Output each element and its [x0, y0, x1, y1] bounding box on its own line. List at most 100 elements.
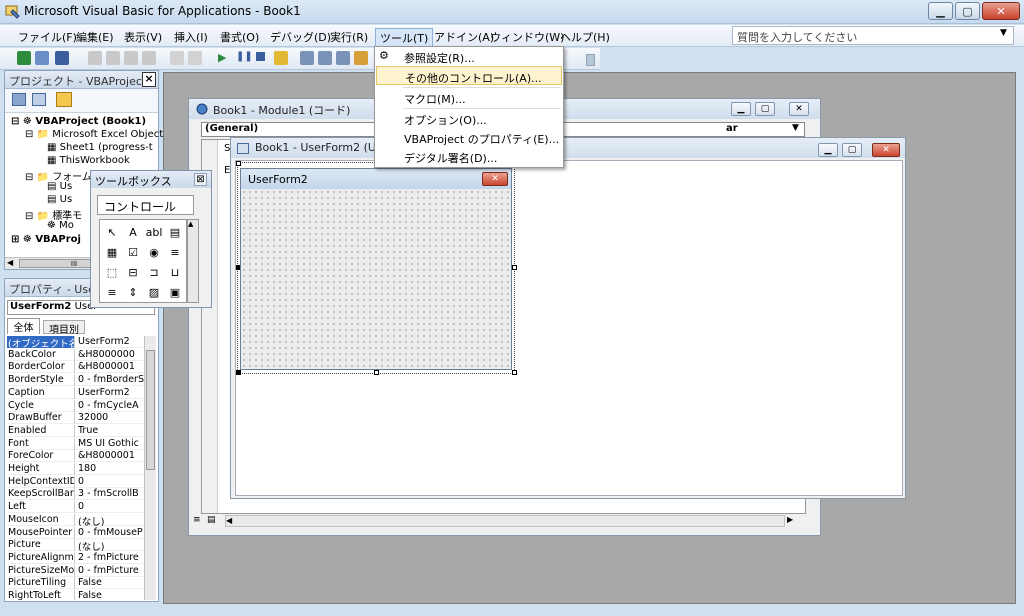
minimize-button[interactable]: ▁ [928, 2, 953, 20]
menu-references[interactable]: 参照設定(R)... [376, 47, 562, 66]
undo-icon[interactable] [170, 51, 184, 65]
combobox-tool-icon[interactable]: ▤ [167, 224, 183, 240]
menu-file[interactable]: ファイル(F) [14, 28, 81, 46]
full-module-view-icon[interactable]: ▤ [207, 515, 221, 527]
checkbox-tool-icon[interactable]: ☑ [125, 244, 141, 260]
procedure-combo-arrow-icon[interactable]: ▼ [792, 123, 799, 133]
redo-icon[interactable] [188, 51, 202, 65]
break-icon[interactable]: ❚❚ [236, 51, 253, 62]
property-value[interactable]: UserForm2 [78, 336, 144, 348]
cut-icon[interactable] [88, 51, 102, 65]
maximize-button[interactable]: ▢ [955, 2, 980, 20]
property-row[interactable]: DrawBuffer 32000 [7, 412, 144, 425]
property-row[interactable]: Left 0 [7, 501, 144, 514]
menu-debug[interactable]: デバッグ(D) [266, 28, 335, 46]
property-row[interactable]: KeepScrollBars 3 - fmScrollB [7, 488, 144, 501]
tree-vbaproject-2[interactable]: ⊞ ☸ VBAProj [11, 234, 81, 245]
property-row[interactable]: BackColor &H8000000 [7, 348, 144, 361]
run-icon[interactable]: ▶ [218, 51, 226, 64]
property-row[interactable]: Font MS UI Gothic [7, 437, 144, 450]
toggle-folders-icon[interactable] [56, 92, 72, 107]
view-code-icon[interactable] [12, 93, 26, 106]
property-value[interactable]: UserForm2 [78, 387, 144, 399]
tab-all[interactable]: 全体 [7, 318, 40, 334]
property-row[interactable]: HelpContextID 0 [7, 475, 144, 488]
menu-help[interactable]: ヘルプ(H) [556, 28, 614, 46]
property-row[interactable]: Cycle 0 - fmCycleA [7, 399, 144, 412]
help-dropdown-icon[interactable]: ▼ [1000, 28, 1007, 38]
tree-userform2[interactable]: ▤ Us [47, 194, 72, 205]
excel-view-icon[interactable] [17, 51, 31, 65]
optionbutton-tool-icon[interactable]: ◉ [146, 244, 162, 260]
tree-thisworkbook[interactable]: ▦ ThisWorkbook [47, 155, 130, 166]
menu-edit[interactable]: 編集(E) [72, 28, 118, 46]
paste-icon[interactable] [124, 51, 138, 65]
userform2-window-close-button[interactable]: ✕ [872, 143, 900, 157]
spinbutton-tool-icon[interactable]: ⇕ [125, 284, 141, 300]
module1-maximize-button[interactable]: ▢ [755, 102, 775, 116]
resize-handle-bl[interactable] [236, 370, 241, 375]
property-value[interactable]: 0 [78, 476, 144, 488]
menu-tools[interactable]: ツール(T) [375, 28, 434, 48]
resize-handle-right[interactable] [512, 265, 517, 270]
menu-additional-controls[interactable]: その他のコントロール(A)... [376, 66, 562, 85]
module1-close-button[interactable]: ✕ [789, 102, 809, 116]
project-explorer-icon[interactable] [300, 51, 314, 65]
tree-excel-objects[interactable]: ⊟ 📁 Microsoft Excel Object [25, 129, 163, 140]
commandbutton-tool-icon[interactable]: ⊟ [125, 264, 141, 280]
property-row[interactable]: MouseIcon (なし) [7, 513, 144, 526]
toolbox-close-button[interactable]: ⊠ [194, 173, 207, 186]
menu-run[interactable]: 実行(R) [326, 28, 372, 46]
tab-categorized[interactable]: 項目別 [43, 320, 85, 336]
property-row[interactable]: RightToLeft False [7, 590, 144, 600]
close-button[interactable]: ✕ [982, 2, 1020, 20]
property-value[interactable]: False [78, 577, 144, 589]
label-tool-icon[interactable]: A [125, 224, 141, 240]
property-value[interactable]: MS UI Gothic [78, 438, 144, 450]
frame-tool-icon[interactable]: ⬚ [104, 264, 120, 280]
toolbox-icon[interactable] [354, 51, 368, 65]
userform2-form[interactable]: UserForm2 ✕ [240, 168, 512, 370]
save-icon[interactable] [55, 51, 69, 65]
property-row[interactable]: PictureSizeMoc 0 - fmPicture [7, 564, 144, 577]
tabstrip-tool-icon[interactable]: ⊐ [146, 264, 162, 280]
procedure-view-icon[interactable]: ≡ [193, 515, 207, 527]
object-browser-icon[interactable] [336, 51, 350, 65]
userform2-close-button[interactable]: ✕ [482, 172, 508, 186]
property-value[interactable]: (なし) [78, 514, 144, 526]
listbox-tool-icon[interactable]: ▦ [104, 244, 120, 260]
resize-handle-tl[interactable] [236, 161, 241, 166]
property-row[interactable]: Height 180 [7, 463, 144, 475]
property-value[interactable]: &H8000001 [78, 450, 144, 462]
property-value[interactable]: 3 - fmScrollB [78, 488, 144, 500]
textbox-tool-icon[interactable]: abl [146, 224, 163, 240]
multipage-tool-icon[interactable]: ⊔ [167, 264, 183, 280]
menu-format[interactable]: 書式(O) [216, 28, 263, 46]
menu-macros[interactable]: マクロ(M)... [376, 88, 562, 107]
find-icon[interactable] [142, 51, 156, 65]
select-pointer-icon[interactable]: ↖ [104, 224, 120, 240]
property-value[interactable]: &H8000000 [78, 349, 144, 361]
property-value[interactable]: False [78, 590, 144, 600]
togglebutton-tool-icon[interactable]: ≡ [167, 244, 183, 260]
property-row[interactable]: Enabled True [7, 424, 144, 437]
toolbox-tab-controls[interactable]: コントロール [97, 195, 194, 215]
refedit-tool-icon[interactable]: ▣ [167, 284, 183, 300]
reset-icon[interactable] [256, 52, 265, 61]
resize-handle-bottom[interactable] [374, 370, 379, 375]
property-row[interactable]: PictureAlignme 2 - fmPicture [7, 551, 144, 564]
tree-module1[interactable]: ☸ Mo [47, 220, 74, 231]
menu-options[interactable]: オプション(O)... [376, 109, 562, 128]
tree-userform1[interactable]: ▤ Us [47, 181, 72, 192]
property-value[interactable]: 32000 [78, 412, 144, 424]
properties-window-icon[interactable] [318, 51, 332, 65]
property-row[interactable]: Picture (なし) [7, 539, 144, 552]
scroll-left-icon[interactable]: ◀ [7, 258, 13, 267]
property-row[interactable]: Caption UserForm2 [7, 386, 144, 399]
property-value[interactable]: 180 [78, 463, 144, 475]
scrollbar-tool-icon[interactable]: ≡ [104, 284, 120, 300]
property-value[interactable]: 2 - fmPicture [78, 552, 144, 564]
property-value[interactable]: (なし) [78, 539, 144, 551]
property-row[interactable]: ForeColor &H8000001 [7, 450, 144, 463]
view-object-icon[interactable] [32, 93, 46, 106]
